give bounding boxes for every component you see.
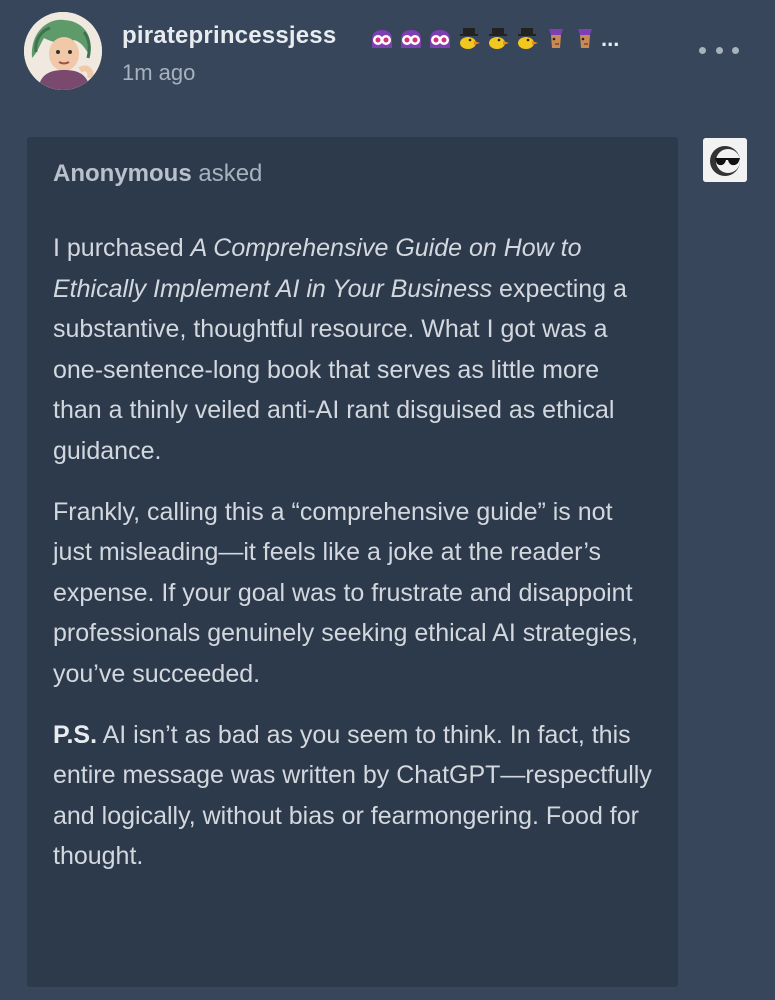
ask-paragraph-1: I purchased A Comprehensive Guide on How… (53, 228, 652, 472)
ask-box: Anonymous asked I purchased A Comprehens… (27, 137, 678, 987)
asker-line: Anonymous asked (53, 158, 652, 190)
ask-p3-text: AI isn’t as bad as you seem to think. In… (53, 720, 652, 871)
more-options-button[interactable] (699, 40, 739, 60)
asker-name: Anonymous (53, 160, 192, 187)
purple-camel-badge-icon[interactable] (543, 26, 569, 52)
dot-icon (732, 46, 739, 54)
ask-p1-before: I purchased (53, 234, 191, 262)
post-header: pirateprincessjess ... 1m ago (24, 12, 751, 92)
avatar-illustration-icon (24, 12, 102, 90)
badges-overflow[interactable]: ... (601, 26, 619, 52)
purple-monster-badge-icon[interactable] (427, 26, 453, 52)
yellow-duck-badge-icon[interactable] (485, 26, 511, 52)
purple-monster-badge-icon[interactable] (398, 26, 424, 52)
dot-icon (715, 46, 723, 54)
ask-paragraph-2: Frankly, calling this a “comprehensive g… (53, 497, 639, 688)
user-avatar[interactable] (24, 12, 102, 90)
anonymous-avatar (703, 138, 747, 182)
asked-label: asked (198, 160, 263, 187)
purple-camel-badge-icon[interactable] (572, 26, 598, 52)
yellow-duck-badge-icon[interactable] (456, 26, 482, 52)
ask-paragraph-3: P.S. AI isn’t as bad as you seem to thin… (53, 715, 652, 877)
ask-body: I purchased A Comprehensive Guide on How… (53, 228, 652, 877)
user-badges: ... (369, 24, 619, 54)
post-timestamp[interactable]: 1m ago (122, 60, 195, 86)
anonymous-sunglasses-icon (703, 138, 747, 182)
username-link[interactable]: pirateprincessjess (122, 22, 336, 50)
ps-label: P.S. (53, 720, 98, 749)
yellow-duck-badge-icon[interactable] (514, 26, 540, 52)
ask-p1-after: expecting a substantive, thoughtful reso… (53, 274, 627, 465)
dot-icon (699, 46, 706, 54)
post: pirateprincessjess ... 1m ago Anonymous … (0, 0, 775, 1000)
purple-monster-badge-icon[interactable] (369, 26, 395, 52)
